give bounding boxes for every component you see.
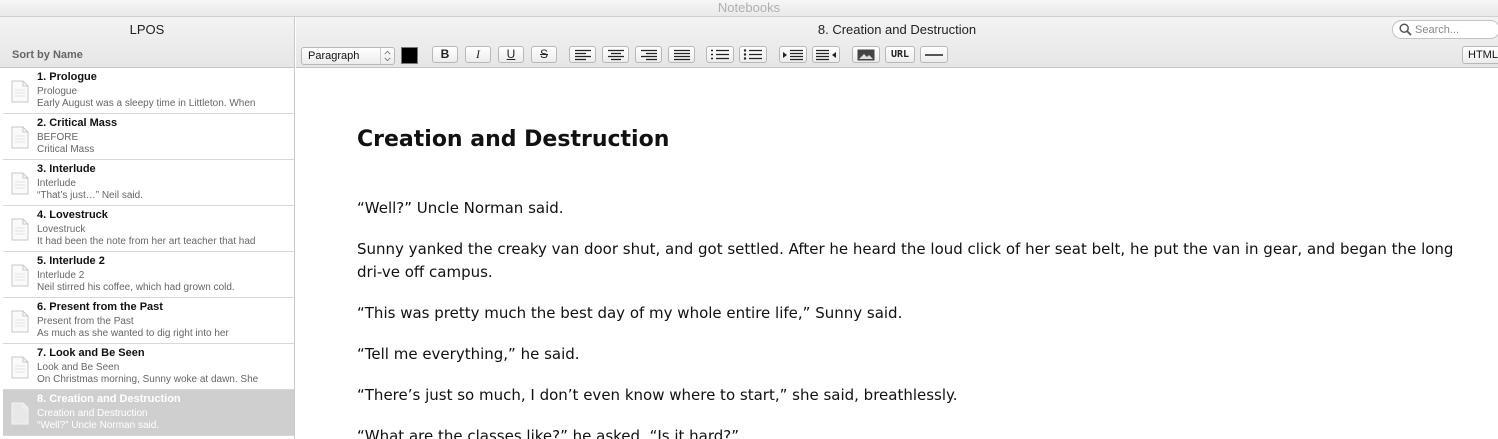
notebook-title: LPOS (129, 22, 165, 37)
search-icon (1399, 23, 1412, 36)
paragraph: Sunny yanked the creaky van door shut, a… (357, 240, 1454, 281)
note-subtitle: Interlude (37, 178, 76, 189)
note-list-item[interactable]: 5. Interlude 2 Interlude 2 Neil stirred … (3, 252, 294, 298)
note-title: 8. Creation and Destruction (37, 393, 181, 405)
document-icon (11, 402, 29, 425)
bullet-list-icon (743, 49, 762, 60)
note-subtitle: Prologue (37, 86, 78, 97)
note-title: 1. Prologue (37, 71, 97, 83)
document-title: 8. Creation and Destruction (817, 22, 977, 37)
html-view-button[interactable]: HTML (1462, 46, 1498, 64)
indent-button[interactable] (779, 46, 807, 63)
align-left-icon (574, 49, 591, 61)
document-content[interactable]: Creation and Destruction “Well?” Uncle N… (357, 127, 1467, 439)
align-center-button[interactable] (602, 46, 629, 63)
note-list-item[interactable]: 7. Look and Be Seen Look and Be Seen On … (3, 344, 294, 390)
paragraph: “There’s just so much, I don’t even know… (357, 386, 958, 404)
outdent-icon (816, 49, 836, 61)
note-list-item[interactable]: 4. Lovestruck Lovestruck It had been the… (3, 206, 294, 252)
note-title: 5. Interlude 2 (37, 255, 105, 267)
document-icon (11, 264, 29, 287)
text-color-swatch[interactable] (401, 47, 418, 64)
note-list-item-selected[interactable]: 8. Creation and Destruction Creation and… (3, 390, 294, 436)
document-heading: Creation and Destruction (357, 127, 670, 152)
sort-by-button[interactable]: Sort by Name (12, 49, 83, 61)
document-icon (11, 218, 29, 241)
align-right-button[interactable] (635, 46, 662, 63)
paragraph: “Well?” Uncle Norman said. (357, 199, 564, 217)
note-subtitle: Creation and Destruction (37, 408, 148, 419)
note-snippet: “Well?” Uncle Norman said. (37, 420, 160, 431)
document-icon (11, 80, 29, 103)
note-snippet: As much as she wanted to dig right into … (37, 328, 229, 339)
note-list-item[interactable]: 6. Present from the Past Present from th… (3, 298, 294, 344)
align-left-button[interactable] (569, 46, 596, 63)
notes-sidebar: LPOS Sort by Name 1. Prologue Prologue E… (0, 17, 295, 439)
note-title: 2. Critical Mass (37, 117, 118, 129)
align-right-icon (640, 49, 657, 61)
insert-image-button[interactable] (852, 46, 880, 63)
align-center-icon (607, 49, 624, 61)
insert-link-button[interactable]: URL (885, 46, 915, 63)
document-icon (11, 172, 29, 195)
note-snippet: It had been the note from her art teache… (37, 236, 256, 247)
document-icon (11, 126, 29, 149)
document-icon (11, 356, 29, 379)
note-snippet: Critical Mass (37, 144, 95, 155)
outdent-button[interactable] (812, 46, 840, 63)
paragraph: “Tell me everything,” he said. (357, 345, 580, 363)
search-box[interactable] (1392, 20, 1498, 39)
underline-button[interactable]: U (498, 46, 524, 63)
note-title: 3. Interlude (37, 163, 96, 175)
align-justify-button[interactable] (668, 46, 695, 63)
bold-button[interactable]: B (432, 46, 458, 63)
numbered-list-button[interactable] (706, 46, 734, 63)
note-list-item[interactable]: 3. Interlude Interlude “That’s just…” Ne… (3, 160, 294, 206)
bullet-list-button[interactable] (739, 46, 767, 63)
window-title: Notebooks (0, 0, 1498, 17)
note-list-item[interactable]: 2. Critical Mass BEFORE Critical Mass (3, 114, 294, 160)
italic-button[interactable]: I (465, 46, 491, 63)
select-arrows-icon (380, 48, 391, 64)
note-subtitle: Present from the Past (37, 316, 134, 327)
note-subtitle: Interlude 2 (37, 270, 85, 281)
note-subtitle: Lovestruck (37, 224, 86, 235)
note-title: 4. Lovestruck (37, 209, 108, 221)
align-justify-icon (673, 49, 690, 61)
note-list-item[interactable]: 1. Prologue Prologue Early August was a … (3, 68, 294, 114)
horizontal-rule-icon (925, 54, 943, 56)
note-snippet: Neil stirred his coffee, which had grown… (37, 282, 235, 293)
editor-pane: 8. Creation and Destruction Paragraph B … (296, 17, 1498, 439)
note-list: 1. Prologue Prologue Early August was a … (3, 68, 294, 436)
note-title: 7. Look and Be Seen (37, 347, 145, 359)
horizontal-rule-button[interactable] (920, 46, 948, 63)
sidebar-header: LPOS Sort by Name (0, 17, 294, 68)
strikethrough-button[interactable]: S (531, 46, 557, 63)
indent-icon (783, 49, 803, 61)
paragraph: “What are the classes like?” he asked. “… (357, 427, 740, 439)
paragraph-style-value: Paragraph (308, 50, 360, 62)
paragraph: “This was pretty much the best day of my… (357, 304, 903, 322)
note-subtitle: Look and Be Seen (37, 362, 120, 373)
image-icon (857, 49, 875, 61)
note-snippet: “That’s just…” Neil said. (37, 190, 143, 201)
note-subtitle: BEFORE (37, 132, 79, 143)
document-icon (11, 310, 29, 333)
search-input[interactable] (1415, 22, 1497, 37)
editor-header: 8. Creation and Destruction Paragraph B … (296, 17, 1498, 68)
paragraph-style-select[interactable]: Paragraph (301, 47, 395, 65)
numbered-list-icon (711, 49, 729, 60)
note-snippet: Early August was a sleepy time in Little… (37, 98, 256, 109)
note-snippet: On Christmas morning, Sunny woke at dawn… (37, 374, 259, 385)
note-title: 6. Present from the Past (37, 301, 163, 313)
